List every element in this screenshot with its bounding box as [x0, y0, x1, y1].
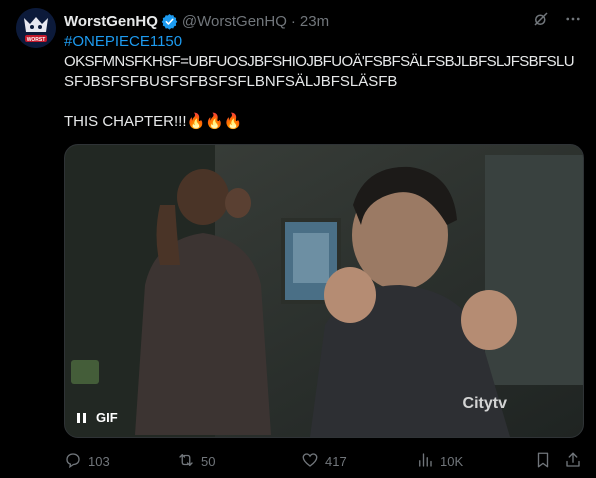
reply-count: 103 [88, 453, 110, 469]
like-button[interactable]: 417 [301, 451, 347, 472]
like-count: 417 [325, 453, 347, 469]
tweet-header: WorstGenHQ @WorstGenHQ · 23m [64, 10, 582, 32]
hashtag-link[interactable]: #ONEPIECE1150 [64, 32, 584, 52]
grok-icon[interactable] [532, 10, 550, 32]
bookmark-button[interactable] [534, 451, 552, 472]
gif-badge: GIF [96, 410, 118, 425]
tweet-text: #ONEPIECE1150 OKSFMNSFKHSF=UBFUOSJBFSHIO… [64, 32, 584, 132]
more-options-icon[interactable] [564, 10, 582, 32]
tweet-text-line: OKSFMNSFKHSF=UBFUOSJBFSHIOJBFUOÄ'FSBFSÄL… [64, 53, 575, 70]
views-count: 10K [440, 453, 464, 469]
views-chart-icon [416, 451, 434, 472]
author-handle[interactable]: @WorstGenHQ [182, 13, 287, 30]
gif-frame-image [65, 145, 583, 437]
gif-controls: GIF [77, 410, 118, 425]
line-break [64, 92, 584, 112]
tweet-text-line: THIS CHAPTER!!!🔥🔥🔥 [64, 113, 243, 130]
retweet-count: 50 [201, 453, 216, 469]
reply-button[interactable]: 103 [64, 451, 110, 472]
worstgen-logo-icon: WORST [16, 8, 56, 48]
verified-badge-icon [161, 13, 178, 30]
reply-icon [64, 451, 82, 472]
views-button[interactable]: 10K [416, 451, 463, 472]
pause-icon[interactable] [77, 412, 86, 423]
tweet-time[interactable]: 23m [300, 13, 329, 30]
author-name[interactable]: WorstGenHQ [64, 13, 158, 30]
header-separator: · [290, 12, 296, 30]
header-actions [532, 10, 582, 32]
avatar[interactable]: WORST [16, 8, 56, 48]
share-icon [564, 451, 582, 472]
retweet-button[interactable]: 50 [177, 451, 215, 472]
share-button[interactable] [564, 451, 582, 472]
tweet-text-line: SFJBSFSFBUSFSFBSFSFLBNFSÄLJBFSLÄSFB [64, 73, 398, 90]
heart-icon [301, 451, 319, 472]
svg-text:WORST: WORST [27, 37, 46, 43]
retweet-icon [177, 451, 195, 472]
gif-media[interactable]: GIF Citytv [64, 144, 584, 438]
tweet-actions: 103 50 417 10K [64, 449, 584, 473]
channel-watermark: Citytv [462, 395, 507, 412]
bookmark-icon [534, 451, 552, 472]
